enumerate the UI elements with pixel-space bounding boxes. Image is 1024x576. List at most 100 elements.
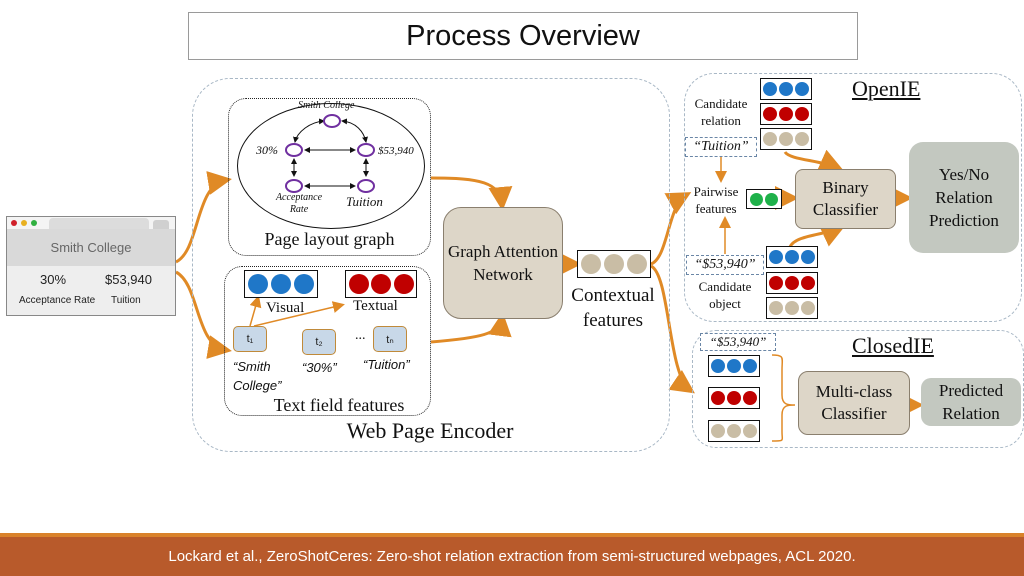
blue-circle-icon: [727, 359, 741, 373]
red-circle-icon: [769, 276, 783, 290]
yes-no-prediction-block: Yes/No Relation Prediction: [909, 142, 1019, 253]
graph-node-30: [285, 143, 303, 157]
multi-class-classifier-block: Multi-class Classifier: [798, 371, 910, 435]
blue-circle-icon: [779, 82, 793, 96]
graph-node-smith-college: [323, 114, 341, 128]
pairwise-features-label: Pairwise features: [693, 184, 739, 216]
blue-circle-icon: [743, 359, 757, 373]
beige-circle-icon: [779, 132, 793, 146]
beige-circle-icon: [801, 301, 815, 315]
webpage-field2-value: $53,940: [105, 272, 152, 287]
webpage-title: Smith College: [7, 229, 175, 266]
graph-label-30: 30%: [256, 143, 278, 157]
beige-circle-icon: [763, 132, 777, 146]
closedie-textual-vector: [708, 387, 760, 409]
red-circle-icon: [711, 391, 725, 405]
relation-contextual-vector: [760, 128, 812, 150]
candidate-relation-label: Candidate relation: [694, 96, 748, 128]
blue-circle-icon: [785, 250, 799, 264]
binary-classifier-block: Binary Classifier: [795, 169, 896, 229]
blue-circle-icon: [795, 82, 809, 96]
webpage-field2-label: Tuition: [111, 295, 141, 306]
blue-circle-icon: [769, 250, 783, 264]
red-circle-icon: [779, 107, 793, 121]
browser-tabbar: [7, 217, 175, 229]
beige-circle-icon: [581, 254, 601, 274]
green-circle-icon: [749, 192, 763, 206]
close-dot-icon: [11, 220, 17, 226]
predicted-relation-block: Predicted Relation: [921, 378, 1021, 426]
webpage-field1-label: Acceptance Rate: [19, 295, 96, 306]
visual-label: Visual: [266, 300, 305, 316]
closedie-title: ClosedIE: [852, 333, 934, 358]
web-page-encoder-label: Web Page Encoder: [346, 418, 514, 443]
pairwise-feature-vector: [746, 189, 782, 209]
relation-textual-vector: [760, 103, 812, 125]
maximize-dot-icon: [31, 220, 37, 226]
minimize-dot-icon: [21, 220, 27, 226]
browser-new-tab: [153, 220, 169, 229]
textual-feature-vector: [345, 270, 417, 298]
contextual-feature-vector: [577, 250, 651, 278]
token-t2-text: “30%”: [302, 360, 337, 375]
beige-circle-icon: [727, 424, 741, 438]
red-circle-icon: [795, 107, 809, 121]
citation-footer: Lockard et al., ZeroShotCeres: Zero-shot…: [0, 533, 1024, 576]
relation-visual-vector: [760, 78, 812, 100]
beige-circle-icon: [711, 424, 725, 438]
beige-circle-icon: [743, 424, 757, 438]
red-circle-icon: [348, 274, 369, 294]
graph-label-smith-college: Smith College: [298, 100, 355, 111]
graph-node-tuition: [357, 179, 375, 193]
object-visual-vector: [766, 246, 818, 268]
object-quote: “$53,940”: [686, 255, 764, 275]
token-ellipsis: ...: [355, 328, 366, 343]
green-circle-icon: [765, 192, 779, 206]
page-layout-graph-label: Page layout graph: [264, 229, 395, 249]
blue-circle-icon: [248, 274, 268, 294]
token-t1: t₁: [233, 326, 267, 352]
blue-circle-icon: [294, 274, 314, 294]
token-tn: tₙ: [373, 326, 407, 352]
graph-label-tuition: Tuition: [346, 194, 383, 209]
graph-attention-network-block: Graph Attention Network: [443, 207, 563, 319]
blue-circle-icon: [763, 82, 777, 96]
beige-circle-icon: [795, 132, 809, 146]
token-t1-text: “Smith College”: [233, 359, 282, 393]
text-field-features-label: Text field features: [273, 395, 405, 415]
beige-circle-icon: [627, 254, 647, 274]
red-circle-icon: [743, 391, 757, 405]
graph-node-53940: [357, 143, 375, 157]
beige-circle-icon: [785, 301, 799, 315]
red-circle-icon: [727, 391, 741, 405]
closedie-contextual-vector: [708, 420, 760, 442]
blue-circle-icon: [711, 359, 725, 373]
token-tn-text: “Tuition”: [363, 357, 410, 372]
token-t2: t₂: [302, 329, 336, 355]
graph-node-acceptance-rate: [285, 179, 303, 193]
contextual-features-label: Contextual features: [571, 285, 655, 331]
webpage-field1-value: 30%: [40, 272, 67, 287]
red-circle-icon: [763, 107, 777, 121]
closedie-object-quote: “$53,940”: [700, 333, 776, 351]
blue-circle-icon: [801, 250, 815, 264]
candidate-object-label: Candidate object: [698, 279, 752, 311]
red-circle-icon: [801, 276, 815, 290]
red-circle-icon: [785, 276, 799, 290]
object-textual-vector: [766, 272, 818, 294]
beige-circle-icon: [604, 254, 624, 274]
relation-quote: “Tuition”: [685, 137, 757, 157]
textual-label: Textual: [353, 298, 398, 314]
beige-circle-icon: [769, 301, 783, 315]
graph-label-acceptance-rate: Acceptance Rate: [275, 192, 323, 215]
webpage-mockup: Smith College 30% $53,940 Acceptance Rat…: [6, 216, 176, 316]
red-circle-icon: [371, 274, 391, 294]
red-circle-icon: [393, 274, 414, 294]
closedie-visual-vector: [708, 355, 760, 377]
visual-feature-vector: [244, 270, 318, 298]
openie-title: OpenIE: [852, 76, 921, 101]
graph-label-53940: $53,940: [378, 145, 414, 157]
object-contextual-vector: [766, 297, 818, 319]
browser-tab: [49, 218, 149, 229]
blue-circle-icon: [271, 274, 291, 294]
